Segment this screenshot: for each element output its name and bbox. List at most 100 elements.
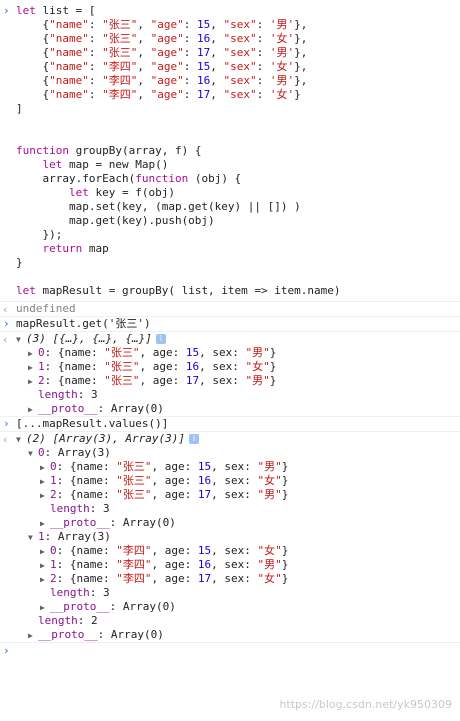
code-line: {"name": "张三", "age": 17, "sex": '男'}, [0,46,460,60]
string: "男" [257,460,282,473]
proto-row[interactable]: ▶ __proto__: Array(0) [0,628,460,642]
expand-triangle-icon: ▶ [40,547,45,556]
string: "男" [257,558,282,571]
string: "李四" [116,544,152,557]
code-line: {"name": "李四", "age": 17, "sex": '女'} [0,88,460,102]
token: }, [294,74,308,87]
proto-row[interactable]: ▶ __proto__: Array(0) [0,516,460,530]
summary-text: (3) [{…}, {…}, {…}] [26,332,152,345]
return-arrow-icon: ‹ [2,303,9,316]
token: , age: [151,460,198,473]
collapse-triangle-icon: ▼ [16,435,21,444]
result-undefined: undefined [16,302,76,315]
proto-row[interactable]: ▶ __proto__: Array(0) [0,402,460,416]
number: 16 [197,32,211,45]
token: : [183,18,197,31]
code-line: {"name": "李四", "age": 16, "sex": '男'}, [0,74,460,88]
number: 17 [185,374,200,387]
object-row[interactable]: ▶ 0: {name: "张三", age: 15, sex: "男"} [0,460,460,474]
console-input-entry: › [...mapResult.values()] [0,417,460,432]
command-text: mapResult.get('张三') [16,317,151,330]
string: "sex" [223,18,257,31]
token: , [210,74,224,87]
number: 15 [197,18,211,31]
console-result-entry: ‹ undefined [0,302,460,317]
token: , age: [139,374,186,387]
token: } [281,474,289,487]
group-row[interactable]: ▼ 0: Array(3) [0,446,460,460]
console-prompt-input[interactable]: › [0,643,460,659]
token: } [269,374,277,387]
token: : Array(0) [97,628,164,641]
collapse-triangle-icon: ▼ [28,449,33,458]
token: groupBy(array, f) { [68,144,202,157]
array-summary[interactable]: ▼ (2) [Array(3), Array(3)] i [0,432,460,446]
prompt-chevron-icon: › [3,4,10,17]
token: map [82,242,109,255]
string: "sex" [223,60,257,73]
object-row[interactable]: ▶ 0: {name: "张三", age: 15, sex: "男"} [0,346,460,360]
expand-triangle-icon: ▶ [40,519,45,528]
token: , age: [151,558,198,571]
summary-text: (2) [Array(3), Array(3)] [26,432,185,445]
expand-triangle-icon: ▶ [28,631,33,640]
prompt-chevron-icon: › [3,417,10,430]
index: 0 [38,446,45,459]
code-line: let key = f(obj) [0,186,460,200]
code-line: let list = [ [0,4,460,18]
object-row[interactable]: ▶ 1: {name: "张三", age: 16, sex: "女"} [0,474,460,488]
code-line: array.forEach(function (obj) { [0,172,460,186]
token: : [88,18,103,31]
code-line: }); [16,228,63,241]
token: { [16,60,50,73]
token: , [137,88,151,101]
token: } [269,360,277,373]
token: , [210,18,224,31]
string: "男" [245,374,270,387]
code-line: return map [0,242,460,256]
token: : [88,32,103,45]
string: '女' [269,88,295,101]
token: , [210,60,224,73]
key: __proto__ [50,600,110,613]
object-row[interactable]: ▶ 1: {name: "张三", age: 16, sex: "女"} [0,360,460,374]
length-row: length: 3 [0,502,460,516]
string: "name" [49,60,89,73]
object-row[interactable]: ▶ 2: {name: "张三", age: 17, sex: "男"} [0,374,460,388]
string: "李四" [102,74,138,87]
object-row[interactable]: ▶ 2: {name: "张三", age: 17, sex: "男"} [0,488,460,502]
token: : [183,60,197,73]
token: : {name: [56,544,117,557]
key: __proto__ [38,402,98,415]
keyword: let [16,4,36,17]
key: length [38,388,78,401]
token: key = f(obj) [88,186,175,199]
object-row[interactable]: ▶ 1: {name: "李四", age: 16, sex: "男"} [0,558,460,572]
prompt-chevron-icon: › [3,644,10,657]
token: , [137,74,151,87]
array-summary[interactable]: ▼ (3) [{…}, {…}, {…}] i [0,332,460,346]
string: "sex" [223,32,257,45]
number: 16 [185,360,200,373]
token: : {name: [44,346,105,359]
group-row[interactable]: ▼ 1: Array(3) [0,530,460,544]
string: "女" [257,544,282,557]
index: 1 [50,474,57,487]
number: 16 [197,74,211,87]
string: "张三" [104,360,140,373]
code-line: {"name": "张三", "age": 16, "sex": '女'}, [0,32,460,46]
token: : {name: [44,360,105,373]
object-row[interactable]: ▶ 0: {name: "李四", age: 15, sex: "女"} [0,544,460,558]
object-row[interactable]: ▶ 2: {name: "李四", age: 17, sex: "女"} [0,572,460,586]
token: : [183,46,197,59]
token: : [256,74,270,87]
number: 16 [197,558,212,571]
code-line: let map = new Map() [0,158,460,172]
token: } [269,346,277,359]
token: : [183,88,197,101]
token: , age: [151,474,198,487]
token: , sex: [211,460,258,473]
number: 15 [197,460,212,473]
proto-row[interactable]: ▶ __proto__: Array(0) [0,600,460,614]
code-line: map.set(key, (map.get(key) || []) ) [16,200,301,213]
